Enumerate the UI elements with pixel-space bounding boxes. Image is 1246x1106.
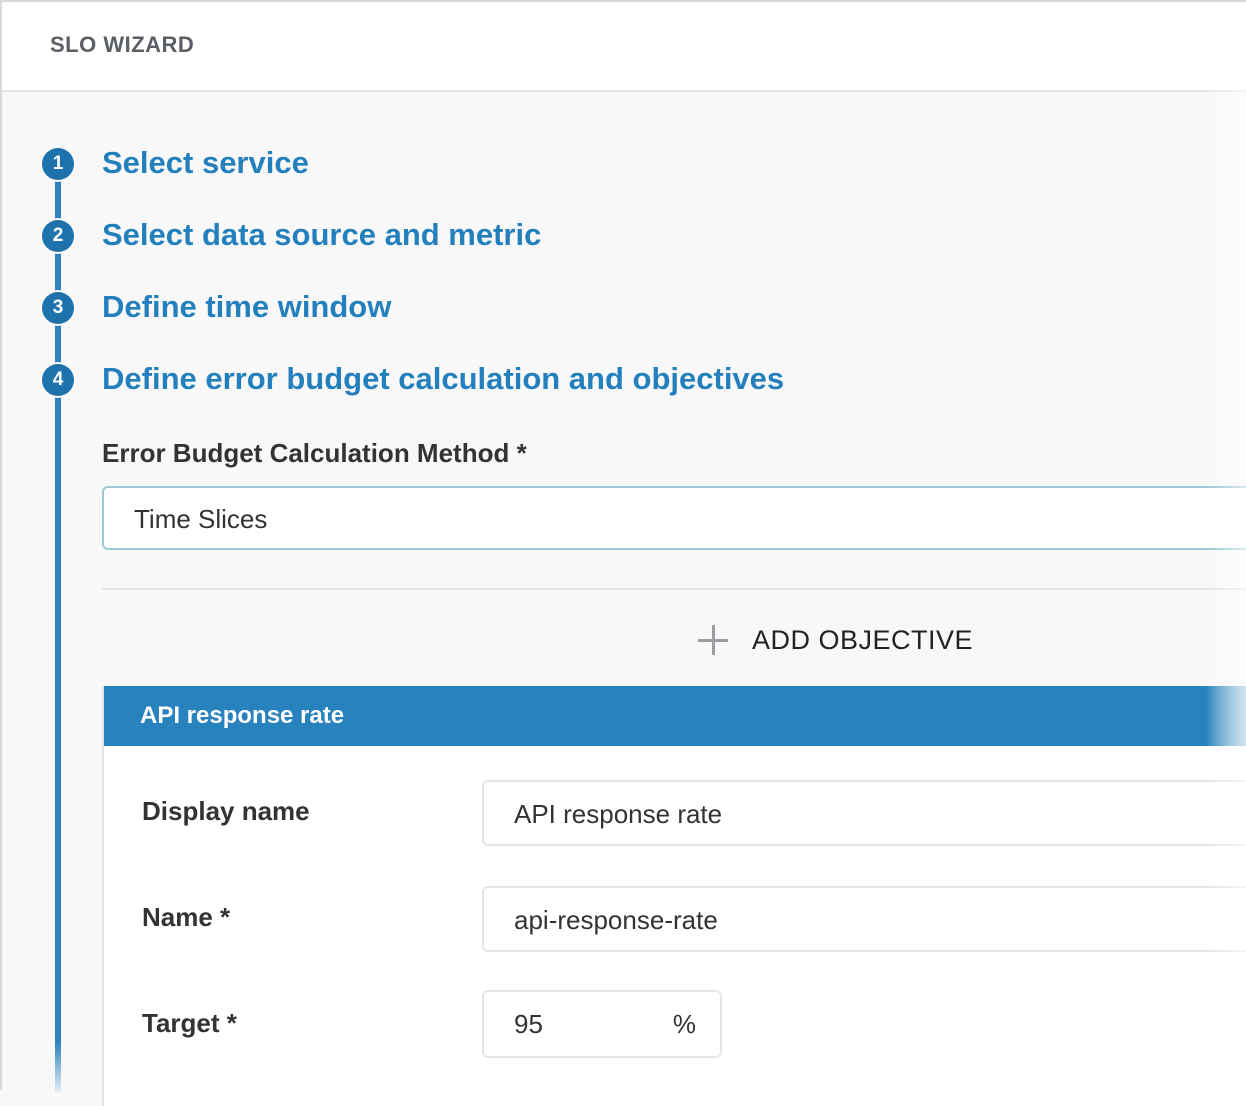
wizard-title: SLO WIZARD bbox=[50, 32, 195, 57]
add-objective-label: ADD OBJECTIVE bbox=[752, 624, 974, 655]
display-name-value: API response rate bbox=[514, 799, 723, 829]
objective-title: API response rate bbox=[140, 702, 345, 729]
step-3-number[interactable]: 3 bbox=[42, 292, 74, 324]
stepper-line-fade bbox=[55, 1042, 61, 1092]
name-input[interactable]: api-response-rate bbox=[482, 886, 1246, 952]
target-value: 95 bbox=[514, 1009, 543, 1039]
step-2-label[interactable]: Select data source and metric bbox=[102, 217, 541, 253]
error-budget-method-value: Time Slices bbox=[134, 504, 268, 534]
step-4-label[interactable]: Define error budget calculation and obje… bbox=[102, 361, 784, 397]
plus-icon bbox=[696, 623, 730, 657]
objective-card: API response rate Display name API respo… bbox=[102, 686, 1246, 1106]
wizard-header: SLO WIZARD bbox=[2, 2, 1246, 92]
target-unit: % bbox=[672, 1009, 696, 1039]
slo-wizard-window: SLO WIZARD 1 Select service 2 Select dat… bbox=[0, 0, 1246, 1106]
step-1-number[interactable]: 1 bbox=[42, 148, 74, 180]
display-name-input[interactable]: API response rate bbox=[482, 780, 1246, 846]
name-value: api-response-rate bbox=[514, 905, 718, 935]
step-3-label[interactable]: Define time window bbox=[102, 289, 391, 325]
error-budget-method-select[interactable]: Time Slices bbox=[102, 486, 1246, 550]
add-objective-button[interactable]: ADD OBJECTIVE bbox=[696, 620, 973, 660]
target-input[interactable]: 95 % bbox=[482, 990, 722, 1058]
step-4-number[interactable]: 4 bbox=[42, 364, 74, 396]
error-budget-method-label: Error Budget Calculation Method * bbox=[102, 438, 527, 468]
display-name-label: Display name bbox=[142, 796, 310, 826]
step-2-number[interactable]: 2 bbox=[42, 220, 74, 252]
name-label: Name * bbox=[142, 902, 231, 932]
section-divider bbox=[102, 588, 1246, 590]
step-1-label[interactable]: Select service bbox=[102, 145, 309, 181]
objective-header[interactable]: API response rate bbox=[104, 686, 1246, 746]
target-label: Target * bbox=[142, 1008, 237, 1038]
